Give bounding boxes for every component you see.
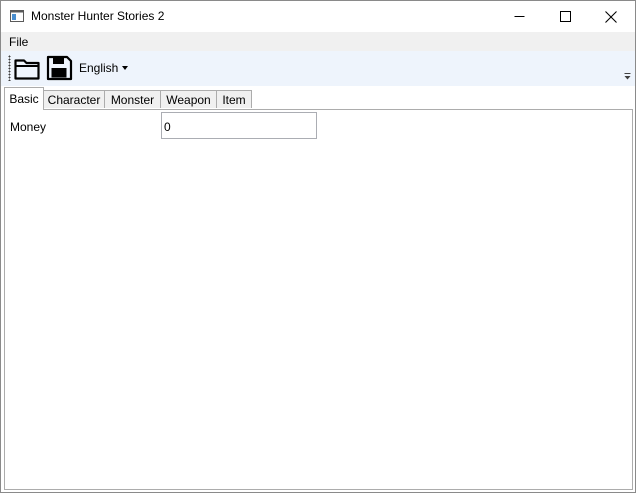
menu-file[interactable]: File bbox=[9, 35, 28, 49]
minimize-icon bbox=[514, 16, 524, 17]
tab-weapon[interactable]: Weapon bbox=[160, 90, 217, 108]
maximize-icon bbox=[559, 11, 571, 22]
open-button[interactable] bbox=[13, 54, 41, 82]
app-icon bbox=[10, 10, 24, 22]
toolbar-overflow-icon[interactable] bbox=[624, 72, 631, 81]
tab-panel-basic: Money bbox=[4, 109, 633, 490]
tab-item[interactable]: Item bbox=[216, 90, 252, 108]
tab-basic[interactable]: Basic bbox=[4, 87, 44, 110]
money-label: Money bbox=[10, 120, 47, 134]
save-button[interactable] bbox=[45, 54, 73, 82]
app-window: Monster Hunter Stories 2 File English Ba… bbox=[0, 0, 636, 493]
close-button[interactable] bbox=[588, 1, 634, 32]
toolbar: English bbox=[1, 51, 635, 86]
maximize-button[interactable] bbox=[542, 1, 588, 32]
folder-open-icon bbox=[14, 59, 40, 80]
save-icon bbox=[46, 55, 73, 81]
toolbar-grip[interactable] bbox=[8, 55, 11, 81]
tab-strip: Basic Character Monster Weapon Item bbox=[1, 86, 635, 110]
tab-character[interactable]: Character bbox=[43, 90, 105, 108]
tab-monster[interactable]: Monster bbox=[104, 90, 161, 108]
language-selected: English bbox=[79, 61, 119, 75]
close-icon bbox=[605, 10, 617, 23]
money-input[interactable] bbox=[161, 112, 317, 139]
chevron-down-icon bbox=[122, 66, 129, 70]
title-bar[interactable]: Monster Hunter Stories 2 bbox=[1, 1, 635, 32]
minimize-button[interactable] bbox=[496, 1, 542, 32]
window-title: Monster Hunter Stories 2 bbox=[31, 9, 165, 23]
menu-bar: File bbox=[1, 32, 635, 51]
language-dropdown[interactable]: English bbox=[79, 61, 129, 75]
